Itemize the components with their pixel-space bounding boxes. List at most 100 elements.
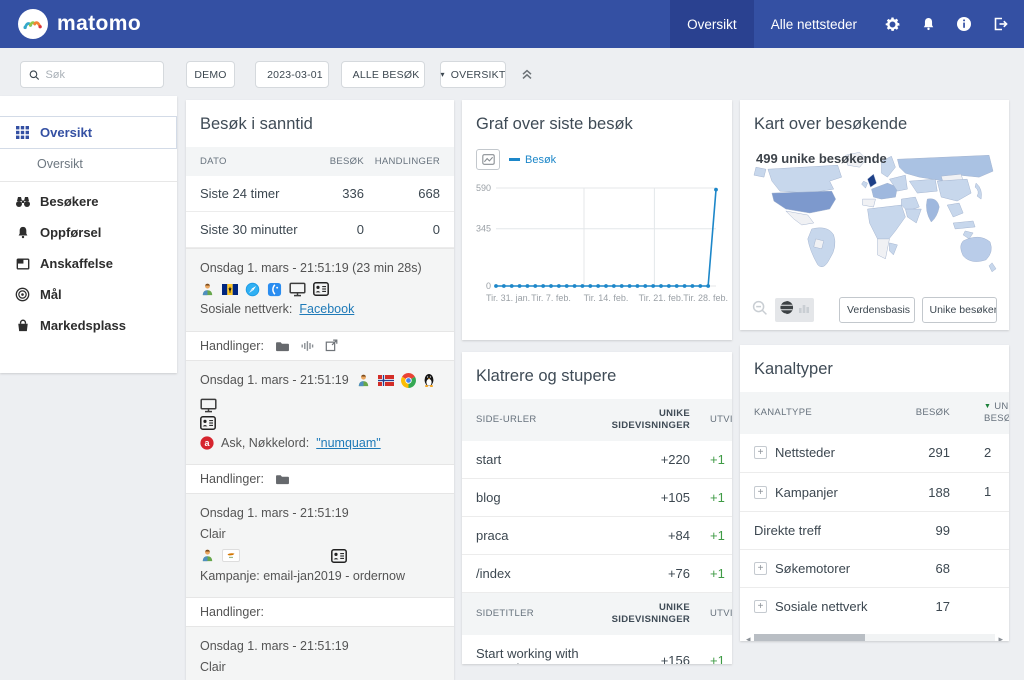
row-label: Direkte treff: [754, 523, 821, 538]
sidebar-item-anskaffelse[interactable]: Anskaffelse: [0, 248, 177, 279]
scrollbar-thumb[interactable]: [754, 634, 865, 641]
scroll-left-icon[interactable]: ◂: [746, 634, 751, 641]
visit-entry: Onsdag 1. mars - 21:51:19 (23 min 28s) S…: [186, 248, 454, 331]
search-engine-ask-icon: a: [200, 436, 214, 450]
matomo-brand[interactable]: matomo: [0, 9, 141, 39]
notifications-bell-icon[interactable]: [910, 0, 946, 48]
row-label: Siste 24 timer: [200, 186, 306, 201]
urls-table-header: SIDE-URLER UNIKE SIDEVISNINGER UTVIKLING: [462, 399, 732, 441]
sidebar-item-label: Besøkere: [40, 194, 99, 209]
device-desktop-icon: [200, 398, 217, 413]
sidebar-subitem-oversikt[interactable]: Oversikt: [0, 149, 177, 179]
sidebar-item-mal[interactable]: Mål: [0, 279, 177, 310]
top-navbar: matomo Oversikt Alle nettsteder: [0, 0, 1024, 48]
col-kanaltype: KANALTYPE: [754, 407, 906, 418]
folder-icon[interactable]: [275, 340, 290, 352]
scroll-right-icon[interactable]: ▸: [998, 634, 1003, 641]
svg-text:590: 590: [476, 183, 491, 193]
realtime-table-header: DATO BESØK HANDLINGER: [186, 147, 454, 176]
expand-plus-icon[interactable]: +: [754, 486, 767, 499]
device-desktop-icon: [289, 282, 306, 297]
expand-plus-icon[interactable]: +: [754, 562, 767, 575]
visitor-profile-card-icon[interactable]: [313, 282, 329, 296]
audio-equalizer-icon[interactable]: [301, 340, 314, 352]
referrer-link[interactable]: Facebook: [299, 299, 354, 320]
folder-icon[interactable]: [275, 473, 290, 485]
panel-besok-i-sanntid: Besøk i sanntid DATO BESØK HANDLINGER Si…: [186, 100, 454, 680]
table-row[interactable]: Direkte treff 99: [740, 512, 1009, 550]
horizontal-scrollbar[interactable]: ◂ ▸: [746, 634, 1003, 641]
search-icon: [29, 69, 39, 81]
row-label: Start working with ExampleCo...: [476, 646, 644, 665]
svg-text:Tir. 21. feb.: Tir. 21. feb.: [639, 293, 684, 303]
panel-kart-over-besokende: Kart over besøkende 499 unike besøkende: [740, 100, 1009, 330]
sidebar-item-markedsplass[interactable]: Markedsplass: [0, 310, 177, 341]
panel-title: Besøk i sanntid: [186, 100, 454, 147]
nav-tab-oversikt[interactable]: Oversikt: [670, 0, 754, 48]
view-selector-button[interactable]: ▾ OVERSIKT: [440, 61, 506, 88]
export-image-icon[interactable]: [476, 149, 500, 170]
row-label: Sosiale nettverk: [775, 599, 868, 614]
country-flag-norway-icon: [378, 375, 394, 386]
sidebar-item-oversikt[interactable]: Oversikt: [0, 116, 177, 149]
sidebar-item-oppforsel[interactable]: Oppførsel: [0, 217, 177, 248]
caret-down-icon: ▾: [441, 71, 445, 79]
expand-plus-icon[interactable]: +: [754, 446, 767, 459]
map-globe-icon[interactable]: [779, 300, 794, 320]
settings-gear-icon[interactable]: [874, 0, 910, 48]
visitor-person-icon: [200, 548, 215, 563]
sidebar-item-besokere[interactable]: Besøkere: [0, 186, 177, 217]
col-side-urler: SIDE-URLER: [476, 414, 596, 425]
visitor-name: Clair: [200, 524, 440, 545]
chart-legend[interactable]: Besøk: [509, 154, 556, 166]
row-besok: 68: [906, 561, 950, 576]
map-bars-icon[interactable]: [798, 301, 810, 319]
table-row[interactable]: +Nettsteder 291 2: [740, 434, 1009, 473]
col-besok: BESØK: [906, 407, 950, 418]
table-row: praca +84 +1: [462, 517, 732, 555]
info-icon[interactable]: [946, 0, 982, 48]
sidebar-item-label: Anskaffelse: [40, 256, 113, 271]
row-value: +105: [596, 490, 690, 505]
collapse-chevrons-up-icon[interactable]: [521, 67, 533, 85]
segment-selector-button[interactable]: ALLE BESØK: [341, 61, 425, 88]
panel-graf-over-siste-besok: Graf over siste besøk Besøk 0345590Tir. …: [462, 100, 732, 340]
table-row[interactable]: +Sosiale nettverk 17: [740, 588, 1009, 625]
site-search-box[interactable]: [20, 61, 164, 88]
col-utvikling: UTVIKLING: [690, 414, 732, 425]
visit-date: Onsdag 1. mars - 21:51:19: [200, 636, 440, 657]
table-row[interactable]: +Søkemotorer 68: [740, 550, 1009, 588]
panel-title: Graf over siste besøk: [462, 100, 732, 147]
keyword-link[interactable]: "numquam": [316, 433, 380, 454]
sidebar-item-label: Oversikt: [40, 125, 92, 140]
legend-line-swatch: [509, 158, 520, 161]
map-zoom-out-icon[interactable]: [752, 300, 768, 321]
row-evolution: +1: [690, 566, 732, 581]
nav-tab-alle-nettsteder[interactable]: Alle nettsteder: [754, 0, 874, 48]
map-region-select[interactable]: Verdensbasis: [839, 297, 915, 323]
dashboard-grid-icon: [14, 126, 31, 139]
external-link-icon[interactable]: [325, 339, 338, 352]
visit-entry: Onsdag 1. mars - 21:51:19 a: [186, 360, 454, 465]
row-label: Siste 30 minutter: [200, 222, 306, 237]
sidebar-item-label: Oppførsel: [40, 225, 101, 240]
logout-icon[interactable]: [982, 0, 1018, 48]
scrollbar-track[interactable]: [754, 634, 996, 641]
expand-plus-icon[interactable]: +: [754, 600, 767, 613]
search-input[interactable]: [45, 69, 155, 81]
col-unike-besokende[interactable]: ▼ UNIKEBESØKENDE: [950, 401, 1009, 425]
map-metric-select[interactable]: Unike besøkere: [922, 297, 998, 323]
visitor-profile-card-icon[interactable]: [200, 416, 216, 430]
date-selector-button[interactable]: 2023-03-01: [255, 61, 329, 88]
site-selector-button[interactable]: DEMO: [186, 61, 235, 88]
date-selector-label: 2023-03-01: [267, 69, 323, 81]
table-row[interactable]: +Kampanjer 188 1: [740, 473, 1009, 512]
row-besok: 291: [906, 445, 950, 460]
visits-line-chart: 0345590Tir. 31. jan.Tir. 7. feb.Tir. 14.…: [464, 172, 726, 330]
map-region-value: Verdensbasis: [847, 304, 910, 316]
world-map[interactable]: [750, 147, 999, 287]
table-row: Start working with ExampleCo... +156 +1: [462, 635, 732, 665]
visitor-profile-card-icon[interactable]: [331, 549, 347, 563]
visit-actions-row: Handlinger:: [186, 464, 454, 493]
visit-date: Onsdag 1. mars - 21:51:19: [200, 370, 349, 391]
